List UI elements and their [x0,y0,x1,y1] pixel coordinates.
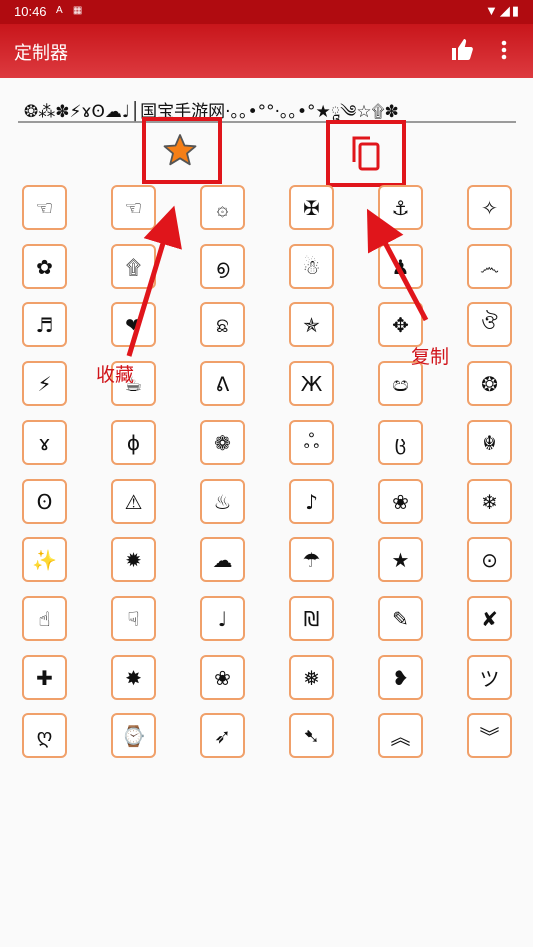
symbol-cell[interactable]: ︾ [467,713,512,758]
symbol-cell[interactable]: ✨ [22,537,67,582]
star-favorite-icon [163,134,197,166]
symbol-cell[interactable]: Ж [289,361,334,406]
symbol-cell[interactable]: ➶ [200,713,245,758]
favorite-annotation-label: 收藏 [96,364,135,386]
more-vert-icon [501,40,507,60]
symbol-text-value: ❂⁂✽⚡ɤʘ☁♩│国宝手游网·｡｡•°°·｡｡•°★ཱ༄☆۩✽ [24,102,399,122]
app-bar: 定制器 [0,24,533,78]
symbol-cell[interactable]: ☃ [289,244,334,289]
favorite-button-highlight[interactable] [142,117,222,184]
symbol-cell[interactable]: ෴ [467,244,512,289]
symbol-cell[interactable]: ☂ [289,537,334,582]
symbol-cell[interactable]: ♩ [200,596,245,641]
symbol-cell[interactable]: ۩ [111,244,156,289]
symbol-cell[interactable]: ⌚ [111,713,156,758]
symbol-cell[interactable]: ✎ [378,596,423,641]
thumbs-up-icon [452,39,473,60]
symbol-cell[interactable]: ☁ [200,537,245,582]
copy-annotation-label: 复制 [411,346,450,368]
overflow-menu-button[interactable] [496,36,512,64]
symbol-cell[interactable]: ஃ [289,420,334,465]
page-title: 定制器 [14,43,68,64]
symbol-cell[interactable]: ൭ [200,244,245,289]
symbol-cell[interactable]: ⚓ [378,185,423,230]
system-status-icons: ▼◢▮ [484,3,521,18]
symbol-cell[interactable]: ︽ [378,713,423,758]
symbol-cell[interactable]: ❤ [111,302,156,347]
symbol-cell[interactable]: ₪ [289,596,334,641]
status-time: 10:46 [14,4,47,19]
symbol-cell[interactable]: ♬ [22,302,67,347]
symbol-cell[interactable]: ঔ [467,302,512,347]
symbol-text-field[interactable]: ❂⁂✽⚡ɤʘ☁♩│国宝手游网·｡｡•°°·｡｡•°★ཱ༄☆۩✽ [18,86,516,123]
symbol-cell[interactable]: ❄ [467,479,512,524]
symbol-cell[interactable]: ☬ [467,420,512,465]
symbol-cell[interactable]: ❂ [467,361,512,406]
symbol-cell[interactable]: ✚ [22,655,67,700]
symbol-cell[interactable]: ⊙ [467,537,512,582]
notification-icons: A ▦ [56,5,87,16]
symbol-cell[interactable]: ツ [467,655,512,700]
symbol-cell[interactable]: ✧ [467,185,512,230]
symbol-cell[interactable]: ✠ [289,185,334,230]
symbol-cell[interactable]: ➷ [289,713,334,758]
symbol-cell[interactable]: ✘ [467,596,512,641]
symbol-cell[interactable]: ✸ [111,655,156,700]
symbol-cell[interactable]: ❁ [200,420,245,465]
symbol-cell[interactable]: ღ [22,713,67,758]
symbol-cell[interactable]: ❅ [289,655,334,700]
symbol-cell[interactable]: ✥ [378,302,423,347]
symbol-cell[interactable]: ☜ [111,185,156,230]
symbol-cell[interactable]: ᕕ [200,361,245,406]
symbol-cell[interactable]: ɸ [111,420,156,465]
symbol-cell[interactable]: ❀ [200,655,245,700]
symbol-cell[interactable]: ☜ [22,185,67,230]
symbol-cell[interactable]: ❥ [378,655,423,700]
symbol-cell[interactable]: ଛ [200,302,245,347]
symbol-cell[interactable]: ☝ [22,596,67,641]
symbol-cell[interactable]: ʘ [22,479,67,524]
like-button[interactable] [450,36,474,64]
symbol-cell[interactable]: ɤ [22,420,67,465]
symbol-cell[interactable]: ც [378,420,423,465]
symbol-cell[interactable]: ⚡ [22,361,67,406]
status-bar: 10:46 A ▦ ▼◢▮ [0,0,533,24]
symbol-cell[interactable]: ⚠ [111,479,156,524]
symbol-cell[interactable]: ♪ [289,479,334,524]
copy-button-highlight[interactable] [326,120,406,187]
symbol-cell[interactable]: ❀ [378,479,423,524]
symbol-cell[interactable]: ۞ [200,185,245,230]
copy-icon [352,136,380,171]
annotation-arrows [126,205,429,357]
symbol-cell[interactable]: ♟ [378,244,423,289]
symbol-cell[interactable]: ✯ [289,302,334,347]
symbol-cell[interactable]: ✿ [22,244,67,289]
symbol-cell[interactable]: ✹ [111,537,156,582]
symbol-cell[interactable]: ♨ [200,479,245,524]
symbol-cell[interactable]: ★ [378,537,423,582]
symbol-cell[interactable]: ☟ [111,596,156,641]
